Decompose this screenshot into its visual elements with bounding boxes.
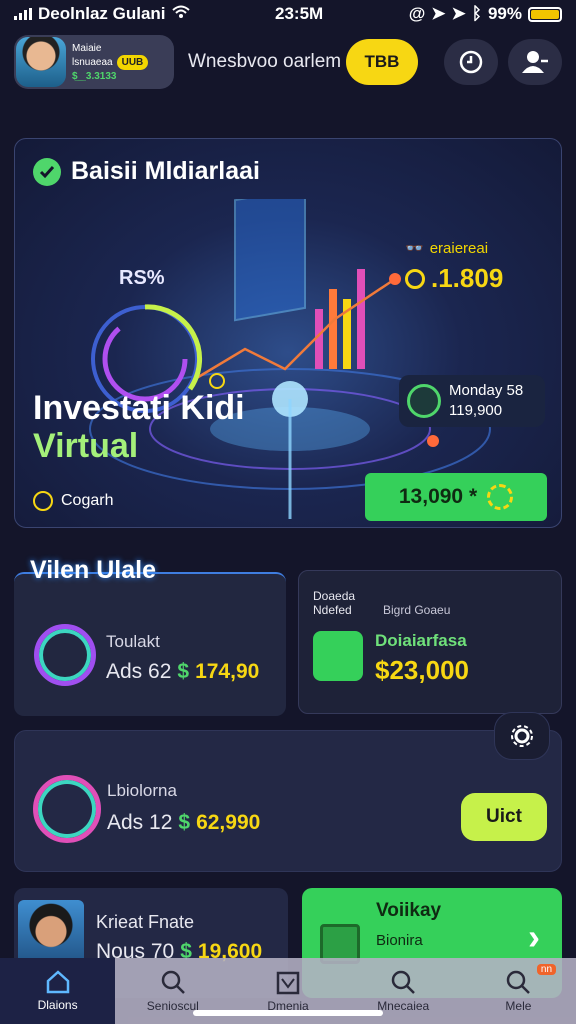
hero-card[interactable]: Baisii Mldiarlaai RS% 👓 eraiereai .1.809 …	[14, 138, 562, 528]
hero-footer-text: Cogarh	[61, 492, 114, 509]
card-stats: Ads 62 $ 174,90	[106, 660, 259, 684]
stat-value: .1.809	[431, 263, 504, 293]
card-value: 62,990	[196, 811, 261, 834]
profile-button[interactable]	[508, 39, 562, 85]
card-stats: Ads 12 $ 62,990	[107, 811, 260, 835]
investment-card-b[interactable]: Doaeda Ndefed Bigrd Goaeu Doiaiarfasa $2…	[298, 570, 562, 714]
battery-level	[531, 9, 559, 19]
section-title: Vilen Ulale	[30, 556, 156, 584]
status-bar: Deolnlaz Gulani 23:5M @ ➤ ➤ ᛒ 99%	[0, 0, 576, 28]
hero-stat-card: Monday 58 119,900	[399, 375, 545, 427]
card-label: Toulakt	[106, 632, 160, 651]
hero-cta-button[interactable]: 13,090 *	[365, 473, 547, 521]
stat-amount: 119,900	[449, 402, 503, 419]
search-icon	[161, 970, 185, 994]
search-icon	[507, 970, 531, 994]
navigation-icon: ➤	[451, 4, 466, 23]
coin-icon	[405, 268, 425, 289]
clock-icon	[459, 50, 483, 74]
card-header-line1: Doaeda	[313, 589, 356, 603]
card-value: $23,000	[375, 655, 469, 685]
tab-more[interactable]: nn Mele	[461, 958, 576, 1024]
notification-badge: nn	[536, 964, 557, 975]
card-header-right: Bigrd Goaeu	[383, 603, 451, 617]
promo-title: Voiikay	[376, 900, 442, 921]
currency-symbol: $	[178, 811, 191, 834]
card-header: Doaeda Ndefed	[313, 589, 355, 617]
gear-icon	[487, 484, 514, 510]
home-icon	[46, 970, 69, 994]
hero-subheadline: Virtual	[33, 427, 139, 465]
history-button[interactable]	[444, 39, 498, 85]
eye-icon	[407, 384, 441, 418]
promo-subtitle: Bionira	[376, 932, 423, 949]
clock: 23:5M	[275, 4, 324, 23]
carrier-name: Deolnlaz Gulani	[38, 4, 166, 23]
top-bar: Maiaie lsnuaeaa UUB $̲ ̲ ̲ 3.3133 Wnesbvo…	[14, 34, 562, 90]
tab-label: Mele	[505, 999, 532, 1013]
calendar-icon	[276, 971, 300, 995]
signal-icon	[14, 8, 32, 20]
profile-balance: $̲ ̲ ̲ 3.3133	[72, 70, 117, 82]
settings-float-button[interactable]	[494, 712, 550, 760]
profile-line1: Maiaie	[72, 42, 102, 54]
card-prefix: Ads 12	[107, 811, 173, 834]
check-icon	[33, 157, 61, 186]
battery-percent: 99%	[487, 4, 522, 23]
home-indicator[interactable]	[193, 1010, 383, 1016]
hero-footer: Cogarh	[33, 491, 113, 511]
user-add-icon	[522, 51, 548, 73]
card-label: Doiaiarfasa	[375, 631, 467, 650]
investment-card-c[interactable]: Lbiolorna Ads 12 $ 62,990 Uict	[14, 730, 562, 872]
circle-check-icon	[33, 491, 53, 511]
hero-stat-balance: 👓 eraiereai .1.809	[405, 239, 503, 294]
card-prefix: Ads 62	[106, 660, 172, 683]
hero-headline: Investati Kidi	[33, 389, 245, 427]
progress-ring-label: RS%	[119, 267, 165, 289]
profile-pill[interactable]: Maiaie lsnuaeaa UUB $̲ ̲ ̲ 3.3133	[14, 35, 174, 89]
visit-button[interactable]: Uict	[461, 793, 547, 841]
stat-date: Monday 58	[449, 382, 524, 399]
wallet-icon	[313, 631, 363, 681]
stat-label: eraiereai	[429, 239, 489, 257]
card-header-line2: Ndefed	[313, 603, 352, 617]
shield-ring-icon	[33, 775, 101, 843]
profile-line2: lsnuaeaa	[72, 56, 113, 68]
currency-button[interactable]: TBB	[346, 39, 418, 85]
card-label: Lbiolorna	[107, 781, 177, 800]
chevron-right-icon[interactable]: ›	[528, 916, 540, 958]
tab-label: Senioscul	[146, 999, 199, 1013]
location-icon: ➤	[431, 4, 446, 23]
ring-icon	[34, 624, 96, 686]
tab-home[interactable]: Dlaions	[0, 958, 116, 1024]
search-icon	[391, 970, 416, 994]
avatar	[16, 37, 66, 87]
card-label: Krieat Fnate	[96, 912, 195, 932]
gear-icon	[511, 725, 533, 747]
investment-card-a[interactable]: Toulakt Ads 62 $ 174,90	[14, 572, 286, 716]
hero-title-text: Baisii Mldiarlaai	[71, 157, 260, 185]
bluetooth-icon: ᛒ	[471, 4, 482, 23]
wifi-icon	[171, 4, 190, 24]
tab-label: Dlaions	[37, 998, 78, 1012]
card-value: 174,90	[195, 660, 260, 683]
at-icon: @	[408, 4, 426, 23]
profile-info: Maiaie lsnuaeaa UUB $̲ ̲ ̲ 3.3133	[72, 42, 149, 83]
battery-icon	[528, 6, 562, 22]
currency-symbol: $	[177, 660, 190, 683]
tab-label: Mnecaiea	[377, 999, 430, 1013]
hero-title: Baisii Mldiarlaai	[33, 157, 260, 186]
level-badge: UUB	[116, 54, 149, 70]
glasses-icon: 👓	[405, 240, 424, 257]
page-title: Wnesbvoo oarlem	[188, 51, 342, 72]
cta-label: 13,090 *	[398, 485, 478, 508]
